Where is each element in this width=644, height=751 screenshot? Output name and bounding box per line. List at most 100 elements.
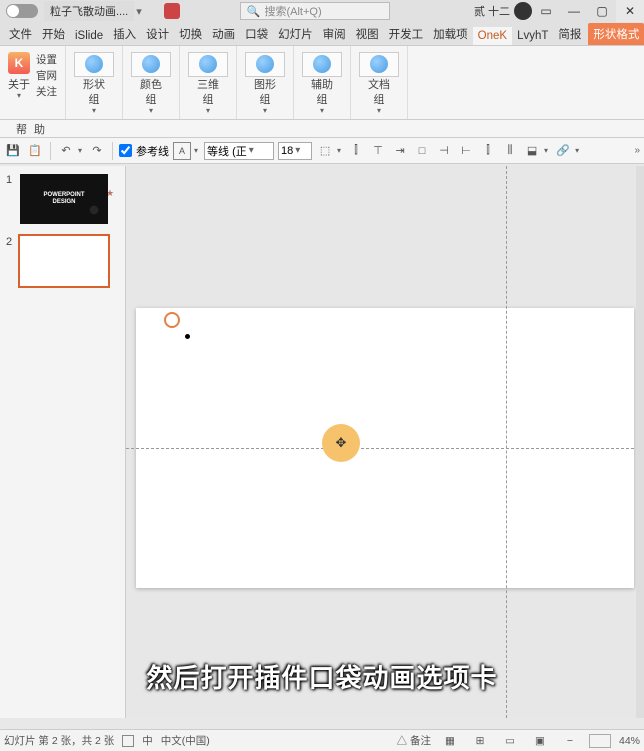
thumbnail-row-2[interactable]: 2 <box>0 232 125 294</box>
lang-short[interactable]: 中 <box>142 733 153 748</box>
tab-shape-format[interactable]: 形状格式 <box>588 23 644 45</box>
undo-button[interactable]: ↶ <box>57 142 75 160</box>
autosave-toggle[interactable] <box>6 4 38 18</box>
tab-view[interactable]: 视图 <box>351 23 384 45</box>
zoom-label[interactable]: 44% <box>619 735 640 747</box>
shape-dot[interactable] <box>185 334 190 339</box>
align-button-5[interactable]: □ <box>413 142 431 160</box>
textbox-button[interactable]: A <box>173 142 191 160</box>
align-button-1[interactable]: ⬚ <box>316 142 334 160</box>
ribbon-group-shape[interactable]: 形状 组 ▾ <box>66 46 123 119</box>
vertical-scrollbar[interactable] <box>636 166 644 718</box>
tab-transition[interactable]: 切换 <box>174 23 207 45</box>
notes-button[interactable]: △ 备注 <box>397 733 431 748</box>
tab-pocket[interactable]: 口袋 <box>240 23 273 45</box>
about-dropdown-icon: ▾ <box>17 91 21 100</box>
ribbon-group-doc[interactable]: 文档 组 ▾ <box>351 46 408 119</box>
view-normal-button[interactable]: ▦ <box>439 735 461 747</box>
website-link-1[interactable]: 官网 <box>36 68 57 83</box>
maximize-button[interactable]: ▢ <box>588 0 616 22</box>
view-slideshow-button[interactable]: ▣ <box>529 735 551 747</box>
ribbon-group-assist[interactable]: 辅助 组 ▾ <box>294 46 351 119</box>
view-reading-button[interactable]: ▭ <box>499 735 521 747</box>
tab-developer[interactable]: 开发工 <box>384 23 429 45</box>
minimize-button[interactable]: — <box>560 0 588 22</box>
doc-group-drop-icon: ▾ <box>377 106 381 115</box>
video-caption: 然后打开插件口袋动画选项卡 <box>0 658 644 695</box>
guide-horizontal[interactable] <box>126 448 644 449</box>
font-size-select[interactable]: 18▾ <box>278 142 312 160</box>
shape-group-sub: 组 <box>89 91 100 107</box>
textbox-drop-icon[interactable]: ▾ <box>194 146 198 155</box>
selected-shape-ring[interactable] <box>164 312 180 328</box>
align-button-10[interactable]: ⬓ <box>523 142 541 160</box>
ribbon-group-title-help: 帮 助 <box>0 120 644 138</box>
ribbon-group-graphic[interactable]: 图形 组 ▾ <box>237 46 294 119</box>
zoom-out-button[interactable]: − <box>559 735 581 747</box>
shape-group-icon <box>74 52 114 77</box>
color-group-icon <box>131 52 171 77</box>
assist-group-icon <box>302 52 342 77</box>
tab-animation[interactable]: 动画 <box>207 23 240 45</box>
tab-review[interactable]: 审阅 <box>318 23 351 45</box>
tab-slideshow[interactable]: 幻灯片 <box>273 23 318 45</box>
save-button[interactable]: 💾 <box>4 142 22 160</box>
slide-canvas-area[interactable] <box>126 166 644 718</box>
graphic-group-icon <box>245 52 285 77</box>
shape-group-label: 形状 <box>83 79 105 91</box>
search-box[interactable]: 🔍 搜索(Alt+Q) <box>240 2 390 20</box>
tab-brief[interactable]: 简报 <box>553 23 586 45</box>
title-dropdown-icon[interactable]: ▾ <box>136 5 142 18</box>
user-account[interactable]: 贰 十二 <box>474 2 532 20</box>
align-button-2[interactable]: ⫿ <box>347 142 365 160</box>
ribbon-tabs: 文件 开始 iSlide 插入 设计 切换 动画 口袋 幻灯片 审阅 视图 开发… <box>0 22 644 46</box>
chain-drop[interactable]: ▾ <box>575 146 579 155</box>
save-icon[interactable] <box>164 3 180 19</box>
align-drop-1[interactable]: ▾ <box>337 146 341 155</box>
about-button[interactable]: K 关于 ▾ <box>8 52 30 100</box>
settings-link[interactable]: 设置 <box>36 52 57 67</box>
align-button-9[interactable]: ⫼ <box>501 142 519 160</box>
align-button-7[interactable]: ⊢ <box>457 142 475 160</box>
tab-file[interactable]: 文件 <box>4 23 37 45</box>
ribbon-group-color[interactable]: 颜色 组 ▾ <box>123 46 180 119</box>
thumbnail-row-1[interactable]: 1 POWERPOINTDESIGN ★ <box>0 170 125 232</box>
guide-vertical[interactable] <box>506 166 507 718</box>
lang-indicator-icon[interactable] <box>122 735 134 747</box>
slide-thumbnail-1[interactable]: POWERPOINTDESIGN <box>20 174 108 224</box>
align-drop-10[interactable]: ▾ <box>544 146 548 155</box>
thumb-number-1: 1 <box>6 174 14 186</box>
tab-lvyh[interactable]: LvyhT <box>512 27 553 45</box>
align-button-6[interactable]: ⊣ <box>435 142 453 160</box>
ribbon-group-3d[interactable]: 三维 组 ▾ <box>180 46 237 119</box>
zoom-slider[interactable] <box>589 734 611 748</box>
toolbar-overflow-icon[interactable]: » <box>634 145 640 156</box>
align-button-4[interactable]: ⇥ <box>391 142 409 160</box>
thumb-number-2: 2 <box>6 236 14 248</box>
document-title[interactable]: 粒子飞散动画.... <box>44 1 134 21</box>
tab-design[interactable]: 设计 <box>141 23 174 45</box>
paste-button[interactable]: 📋 <box>26 142 44 160</box>
ribbon-display-button[interactable]: ▭ <box>532 0 560 22</box>
guides-checkbox[interactable] <box>119 144 132 157</box>
close-button[interactable]: ✕ <box>616 0 644 22</box>
tab-home[interactable]: 开始 <box>37 23 70 45</box>
view-sorter-button[interactable]: ⊞ <box>469 735 491 747</box>
tab-addins[interactable]: 加载项 <box>428 23 473 45</box>
align-button-8[interactable]: ⫿ <box>479 142 497 160</box>
tab-insert[interactable]: 插入 <box>108 23 141 45</box>
redo-button[interactable]: ↷ <box>88 142 106 160</box>
tab-onekey[interactable]: OneK <box>473 27 512 45</box>
lang-label[interactable]: 中文(中国) <box>161 733 210 748</box>
threed-group-drop-icon: ▾ <box>206 106 210 115</box>
slide-thumbnail-2[interactable] <box>20 236 108 286</box>
font-name-select[interactable]: 等线 (正▾ <box>204 142 274 160</box>
slide-thumbnail-pane[interactable]: 1 POWERPOINTDESIGN ★ 2 <box>0 166 126 718</box>
title-bar: 粒子飞散动画.... ▾ 🔍 搜索(Alt+Q) 贰 十二 ▭ — ▢ ✕ <box>0 0 644 22</box>
website-link-2[interactable]: 关注 <box>36 84 57 99</box>
tab-islide[interactable]: iSlide <box>70 27 108 45</box>
undo-drop-icon[interactable]: ▾ <box>78 146 82 155</box>
align-button-3[interactable]: ⊤ <box>369 142 387 160</box>
chain-button[interactable]: 🔗 <box>554 142 572 160</box>
color-group-label: 颜色 <box>140 79 162 91</box>
